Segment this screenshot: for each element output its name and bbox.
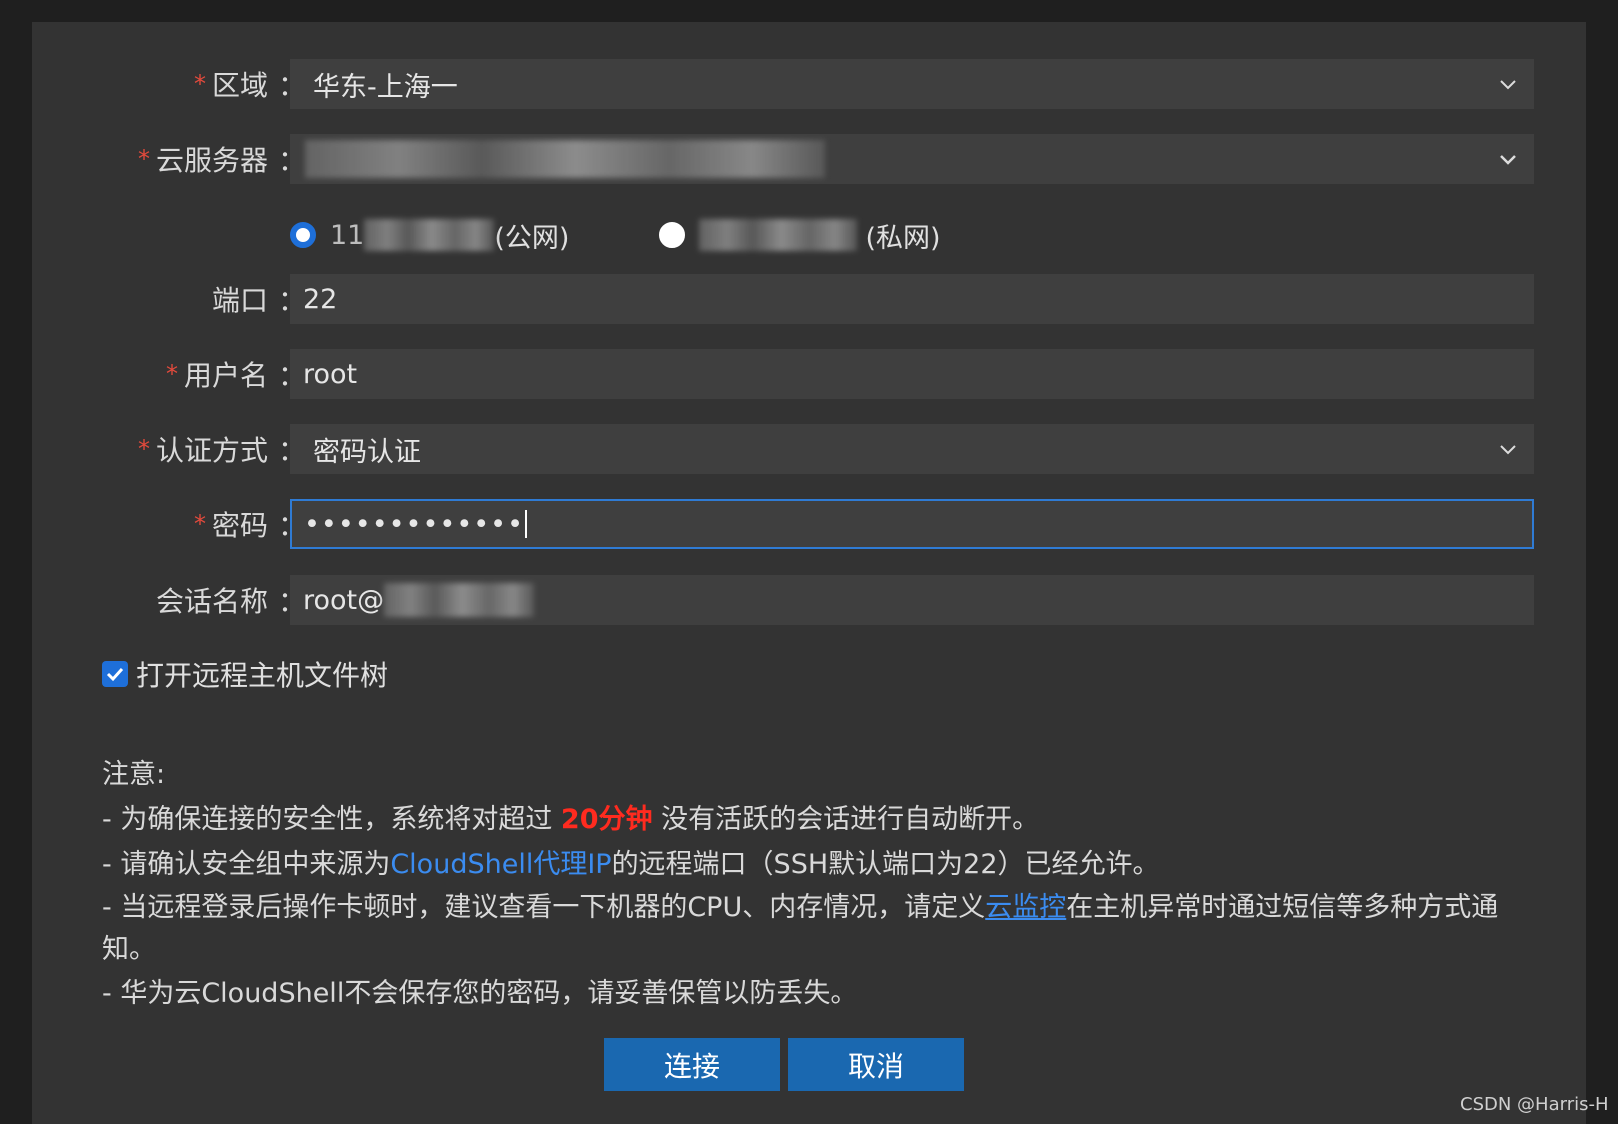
cloud-monitor-link[interactable]: 云监控: [985, 892, 1066, 923]
password-input[interactable]: •••••••••••••: [290, 499, 1534, 549]
proxy-ip-link[interactable]: CloudShell代理IP: [390, 849, 611, 880]
private-ip-radio[interactable]: (私网): [659, 216, 941, 255]
watermark: CSDN @Harris-H: [1460, 1094, 1609, 1115]
session-name-input[interactable]: root@: [290, 575, 1534, 625]
username-label: * 用户名 ：: [165, 359, 306, 392]
open-file-tree-option[interactable]: 打开远程主机文件树: [102, 654, 388, 694]
radio-selected-icon: [290, 222, 316, 248]
username-row: * 用户名 ： root: [32, 349, 1586, 399]
password-row: * 密码 ： •••••••••••••: [32, 499, 1586, 549]
connect-button[interactable]: 连接: [604, 1038, 780, 1091]
redacted-private-ip: [699, 219, 858, 251]
server-row: * 云服务器 ：: [32, 134, 1586, 184]
auth-method-select[interactable]: 密码认证: [290, 424, 1534, 474]
port-input[interactable]: 22: [290, 274, 1534, 324]
text-cursor: [525, 510, 528, 538]
ip-radio-group: 11 (公网) (私网): [290, 212, 1031, 258]
cancel-button[interactable]: 取消: [788, 1038, 964, 1091]
redacted-session-ip: [384, 583, 535, 617]
connection-dialog: * 区域 ： 华东-上海一 * 云服务器 ： 11: [32, 22, 1586, 1124]
checkbox-checked-icon[interactable]: [102, 661, 128, 687]
note-line: - 当远程登录后操作卡顿时，建议查看一下机器的CPU、内存情况，请定义云监控在主…: [102, 892, 1499, 965]
port-row: 端口 ： 22: [32, 274, 1586, 324]
note-line: - 请确认安全组中来源为CloudShell代理IP的远程端口（SSH默认端口为…: [102, 849, 1160, 880]
server-label: * 云服务器 ：: [137, 144, 306, 177]
note-line: - 为确保连接的安全性，系统将对超过 20分钟 没有活跃的会话进行自动断开。: [102, 804, 1040, 835]
public-ip-radio[interactable]: 11 (公网): [290, 216, 569, 255]
redacted-public-ip: [364, 219, 495, 251]
region-row: * 区域 ： 华东-上海一: [32, 59, 1586, 109]
chevron-down-icon: [1499, 75, 1517, 93]
server-select[interactable]: [290, 134, 1534, 184]
auth-label: * 认证方式 ：: [137, 434, 306, 467]
session-row: 会话名称 ： root@: [32, 575, 1586, 625]
region-value: 华东-上海一: [313, 71, 458, 103]
redacted-server-name: [305, 140, 825, 178]
notes-title: 注意:: [102, 759, 166, 790]
required-mark: *: [193, 70, 206, 98]
timeout-highlight: 20分钟: [560, 804, 653, 835]
region-select[interactable]: 华东-上海一: [290, 59, 1534, 109]
session-label: 会话名称 ：: [155, 585, 306, 618]
notes-section: 注意: - 为确保连接的安全性，系统将对超过 20分钟 没有活跃的会话进行自动断…: [102, 752, 1542, 1016]
note-line: - 华为云CloudShell不会保存您的密码，请妥善保管以防丢失。: [102, 978, 858, 1009]
username-input[interactable]: root: [290, 349, 1534, 399]
radio-unselected-icon: [659, 222, 686, 248]
chevron-down-icon: [1499, 440, 1517, 458]
chevron-down-icon: [1499, 150, 1517, 168]
auth-row: * 认证方式 ： 密码认证: [32, 424, 1586, 474]
